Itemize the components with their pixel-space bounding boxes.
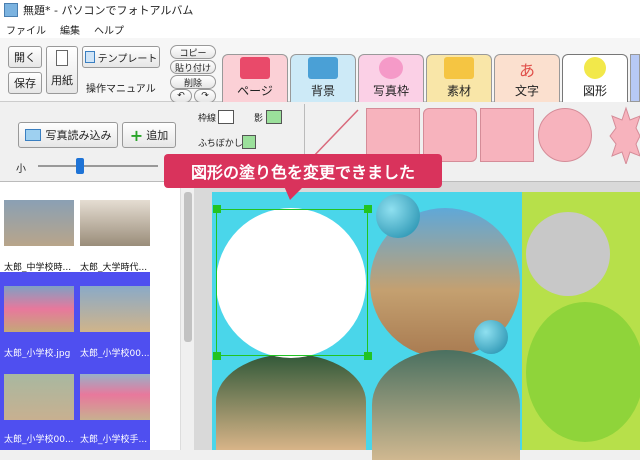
undo-button[interactable]: ↶ [170, 89, 192, 103]
shadow-button[interactable] [266, 110, 282, 124]
delete-button[interactable]: 削除 [170, 75, 216, 89]
selection-box[interactable] [216, 209, 368, 356]
tooltip-text: 図形の塗り色を変更できました [190, 163, 415, 182]
plus-icon: + [129, 125, 144, 145]
starburst-shape-button[interactable] [596, 106, 640, 164]
tab-page[interactable]: ページ [222, 54, 288, 102]
decor-circle[interactable] [526, 302, 640, 442]
save-button[interactable]: 保存 [8, 72, 42, 94]
tab-material[interactable]: 素材 [426, 54, 492, 102]
photo-icon [24, 129, 41, 141]
tab-shape[interactable]: 図形 [562, 54, 628, 102]
tab-more[interactable] [630, 54, 640, 102]
border-style-button[interactable] [218, 110, 234, 124]
photo-thumbnail[interactable] [4, 200, 74, 246]
scrollbar-thumb[interactable] [184, 192, 192, 342]
blur-label: ふちぼかし [198, 139, 243, 149]
app-icon [4, 3, 18, 17]
book-icon [240, 57, 270, 79]
shadow-label: 影 [254, 114, 264, 124]
photo-frame-circle[interactable] [372, 350, 520, 460]
photo-thumbnail[interactable] [4, 374, 74, 420]
photo-frame-icon [379, 57, 403, 79]
shape-icon [584, 57, 606, 79]
photo-list-scrollbar[interactable] [180, 182, 194, 450]
background-icon [308, 57, 338, 79]
paste-button[interactable]: 貼り付け [170, 60, 216, 74]
material-icon [444, 57, 474, 79]
tab-text-label: 文字 [514, 84, 539, 98]
title-bar: 無題* - パソコンでフォトアルバム [0, 0, 640, 20]
tab-text[interactable]: あ 文字 [494, 54, 560, 102]
menu-file[interactable]: ファイル [6, 22, 46, 37]
paper-icon [56, 50, 68, 66]
album-canvas-area [194, 182, 640, 460]
decor-bubble[interactable] [474, 320, 508, 354]
window-title: 無題* - パソコンでフォトアルバム [23, 4, 194, 17]
decor-bubble[interactable] [376, 194, 420, 238]
redo-button[interactable]: ↷ [194, 89, 216, 103]
circle-shape-button[interactable] [538, 108, 592, 162]
menu-bar: ファイル 編集 ヘルプ [0, 20, 640, 38]
tab-background[interactable]: 背景 [290, 54, 356, 102]
manual-link[interactable]: 操作マニュアル [86, 80, 156, 95]
photo-thumbnail[interactable] [80, 200, 150, 246]
text-icon: あ [512, 57, 542, 80]
zoom-small-label: 小 [16, 164, 26, 175]
open-button[interactable]: 開く [8, 46, 42, 68]
copy-button[interactable]: コピー [170, 45, 216, 59]
tab-shape-label: 図形 [582, 84, 607, 98]
square-shape-button[interactable] [480, 108, 534, 162]
tab-photo-frame-label: 写真枠 [372, 84, 409, 98]
photo-frame-circle[interactable] [216, 354, 366, 450]
redo-icon: ↷ [201, 91, 209, 101]
photo-caption: 太郎_小学校手... [80, 435, 148, 445]
menu-edit[interactable]: 編集 [60, 22, 80, 37]
resize-handle[interactable] [213, 352, 221, 360]
load-photo-button[interactable]: 写真読み込み [18, 122, 118, 148]
photo-frame-circle[interactable] [526, 212, 610, 296]
tooltip-pointer [284, 186, 304, 200]
photo-list: 太郎_中学校時... 太郎_大学時代... 太郎_小学校.jpg 太郎_小学校0… [0, 182, 180, 450]
resize-handle[interactable] [213, 205, 221, 213]
tab-background-label: 背景 [310, 84, 335, 98]
border-label: 枠線 [198, 114, 217, 124]
photo-caption: 太郎_小学校00... [4, 435, 74, 445]
blur-button[interactable] [242, 135, 256, 149]
template-icon [84, 51, 95, 63]
add-label: 追加 [146, 129, 169, 142]
zoom-slider-thumb[interactable] [76, 158, 84, 174]
photo-thumbnail[interactable] [80, 286, 150, 332]
menu-help[interactable]: ヘルプ [94, 22, 124, 37]
template-label: テンプレート [97, 53, 158, 65]
photo-thumbnail[interactable] [4, 286, 74, 332]
resize-handle[interactable] [364, 352, 372, 360]
tab-material-label: 素材 [446, 84, 471, 98]
resize-handle[interactable] [364, 205, 372, 213]
add-button[interactable]: + 追加 [122, 122, 176, 148]
status-tooltip: 図形の塗り色を変更できました [164, 154, 442, 188]
template-button[interactable]: テンプレート [82, 46, 160, 68]
zoom-slider-track[interactable] [38, 165, 158, 167]
tab-photo-frame[interactable]: 写真枠 [358, 54, 424, 102]
load-photo-label: 写真読み込み [45, 129, 112, 142]
tab-page-label: ページ [237, 84, 273, 98]
paper-button[interactable]: 用紙 [46, 46, 78, 94]
undo-icon: ↶ [177, 91, 185, 101]
paper-label: 用紙 [51, 74, 73, 87]
photo-thumbnail[interactable] [80, 374, 150, 420]
